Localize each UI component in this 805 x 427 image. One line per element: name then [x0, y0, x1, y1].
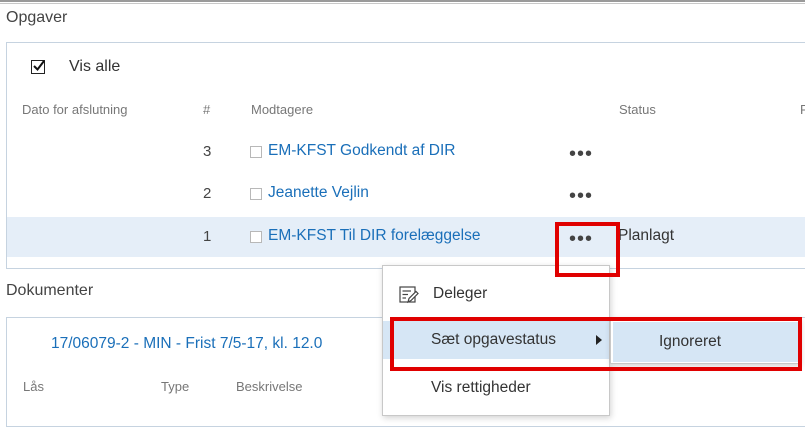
menu-item-delegate[interactable]: Deleger — [383, 276, 609, 314]
menu-item-view-permissions[interactable]: Vis rettigheder — [383, 369, 609, 407]
show-all-label[interactable]: Vis alle — [69, 58, 120, 76]
checkmark-icon — [33, 60, 45, 72]
column-header-recipients[interactable]: Modtagere — [251, 102, 313, 117]
task-number: 2 — [203, 185, 212, 202]
task-status: Planlagt — [618, 227, 675, 244]
column-header-completion-date[interactable]: Dato for afslutning — [22, 102, 128, 117]
top-border — [0, 0, 805, 4]
column-header-number[interactable]: # — [203, 102, 210, 117]
column-header-status[interactable]: Status — [619, 102, 656, 117]
column-header-lock[interactable]: Lås — [23, 379, 44, 394]
menu-item-label: Deleger — [433, 285, 488, 302]
tasks-panel: Vis alle Dato for afslutning # Modtagere… — [6, 42, 805, 269]
column-header-f[interactable]: F — [800, 102, 805, 117]
table-row-selected[interactable]: 1 EM-KFST Til DIR forelæggelse ••• Planl… — [7, 217, 805, 257]
table-row[interactable]: 3 EM-KFST Godkendt af DIR ••• — [7, 132, 805, 172]
documents-section-title: Dokumenter — [6, 282, 94, 299]
column-header-description[interactable]: Beskrivelse — [236, 379, 302, 394]
row-select-checkbox[interactable] — [250, 231, 262, 243]
task-number: 1 — [203, 228, 212, 245]
recipient-link[interactable]: EM-KFST Til DIR forelæggelse — [268, 227, 480, 245]
annotation-highlight-more-options — [555, 222, 620, 277]
recipient-link[interactable]: EM-KFST Godkendt af DIR — [268, 142, 456, 160]
column-header-type[interactable]: Type — [161, 379, 189, 394]
table-row[interactable]: 2 Jeanette Vejlin ••• — [7, 174, 805, 214]
row-select-checkbox[interactable] — [250, 146, 262, 158]
menu-item-label: Vis rettigheder — [431, 379, 531, 396]
tasks-section-title: Opgaver — [6, 9, 68, 26]
edit-list-icon — [399, 286, 419, 304]
row-select-checkbox[interactable] — [250, 188, 262, 200]
recipient-link[interactable]: Jeanette Vejlin — [268, 184, 369, 202]
task-number: 3 — [203, 143, 212, 160]
annotation-highlight-status-menu — [390, 317, 802, 371]
show-all-checkbox[interactable] — [31, 60, 45, 74]
more-options-icon[interactable]: ••• — [569, 186, 593, 206]
more-options-icon[interactable]: ••• — [569, 144, 593, 164]
document-link[interactable]: 17/06079-2 - MIN - Frist 7/5-17, kl. 12.… — [51, 335, 322, 353]
